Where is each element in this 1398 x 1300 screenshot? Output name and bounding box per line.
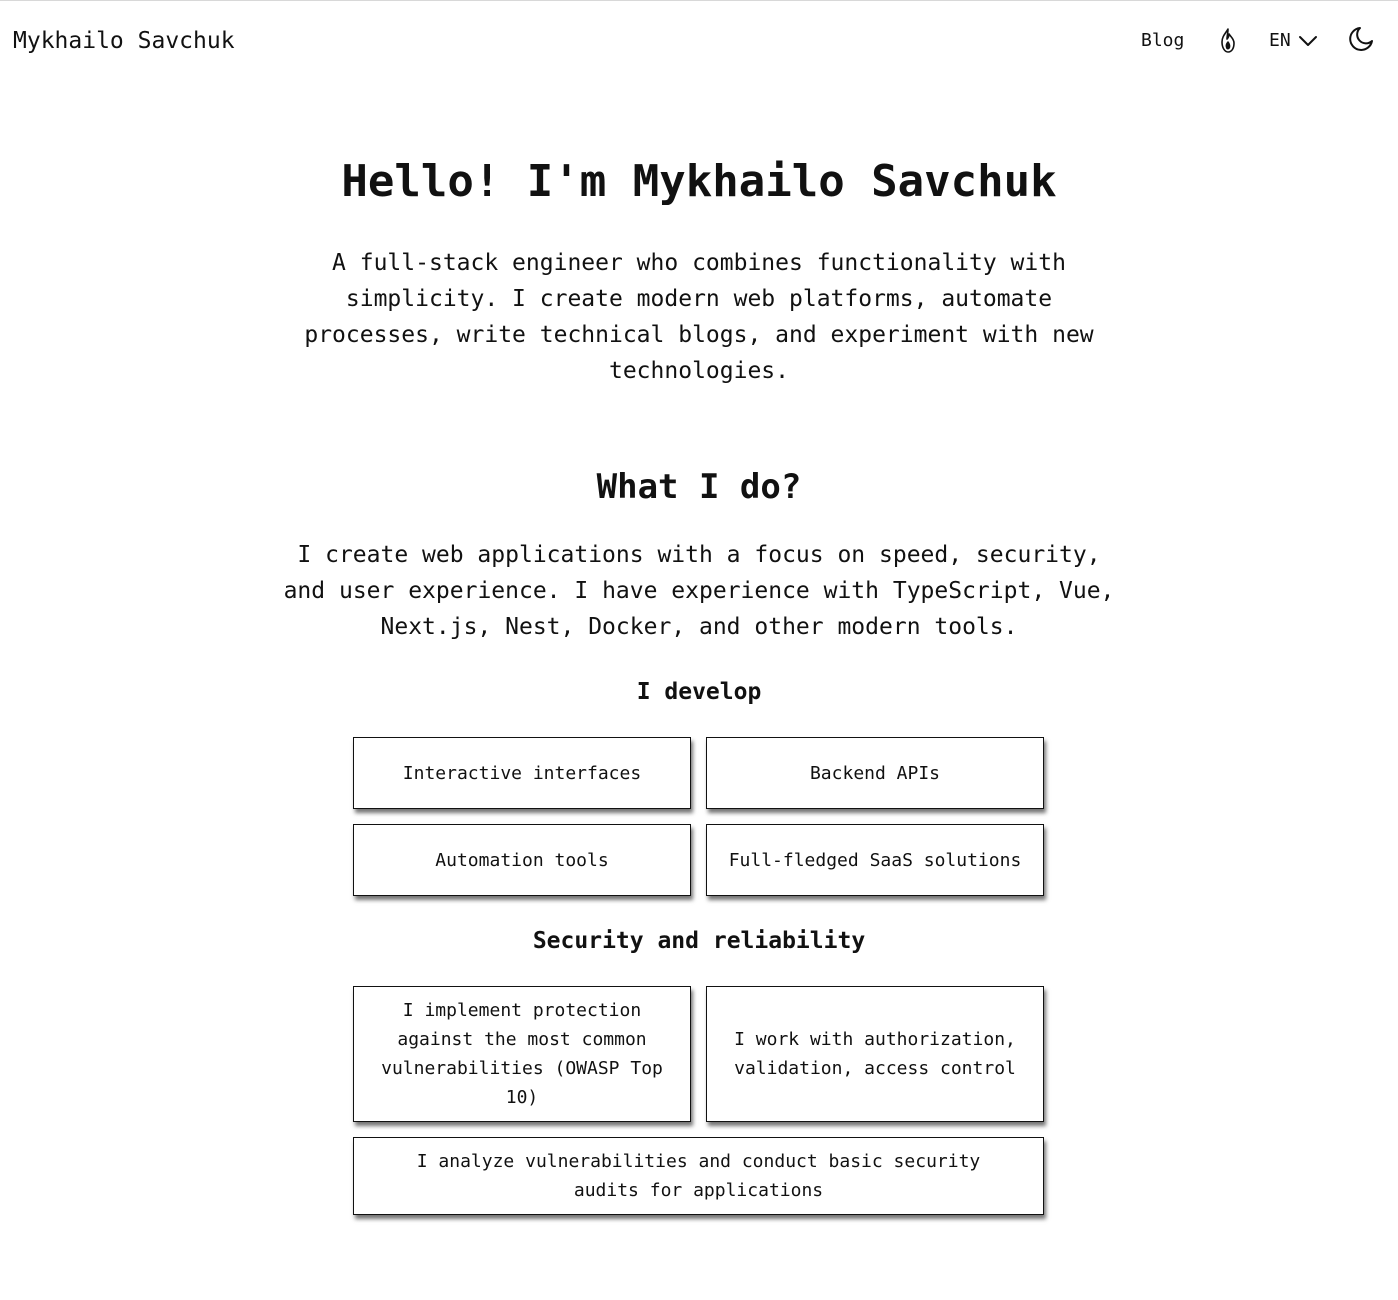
- security-card-owasp: I implement protection against the most …: [353, 986, 691, 1122]
- language-label: EN: [1269, 30, 1291, 51]
- develop-card-saas: Full-fledged SaaS solutions: [706, 824, 1044, 896]
- flame-icon[interactable]: [1218, 28, 1238, 54]
- develop-title: I develop: [636, 679, 762, 705]
- security-card-authorization: I work with authorization, validation, a…: [706, 986, 1044, 1122]
- chevron-down-icon: [1298, 35, 1317, 46]
- moon-icon[interactable]: [1348, 26, 1374, 52]
- develop-card-backend: Backend APIs: [706, 737, 1044, 809]
- site-name-link[interactable]: Mykhailo Savchuk: [13, 28, 235, 54]
- nav-blog-link[interactable]: Blog: [1141, 30, 1184, 51]
- develop-cards: Interactive interfaces Backend APIs Auto…: [353, 737, 1045, 896]
- site-header: Mykhailo Savchuk Blog EN: [0, 1, 1398, 85]
- develop-card-automation: Automation tools: [353, 824, 691, 896]
- hero-description: A full-stack engineer who combines funct…: [304, 250, 1094, 384]
- language-selector[interactable]: EN: [1269, 30, 1318, 51]
- hero-title: Hello! I'm Mykhailo Savchuk: [341, 156, 1057, 207]
- what-i-do-title: What I do?: [596, 467, 802, 507]
- main-content: Hello! I'm Mykhailo Savchuk A full-stack…: [0, 85, 1398, 1215]
- develop-card-interfaces: Interactive interfaces: [353, 737, 691, 809]
- security-title: Security and reliability: [532, 928, 866, 954]
- security-cards: I implement protection against the most …: [353, 986, 1045, 1215]
- security-card-audits: I analyze vulnerabilities and conduct ba…: [353, 1137, 1044, 1215]
- what-i-do-description: I create web applications with a focus o…: [283, 542, 1115, 640]
